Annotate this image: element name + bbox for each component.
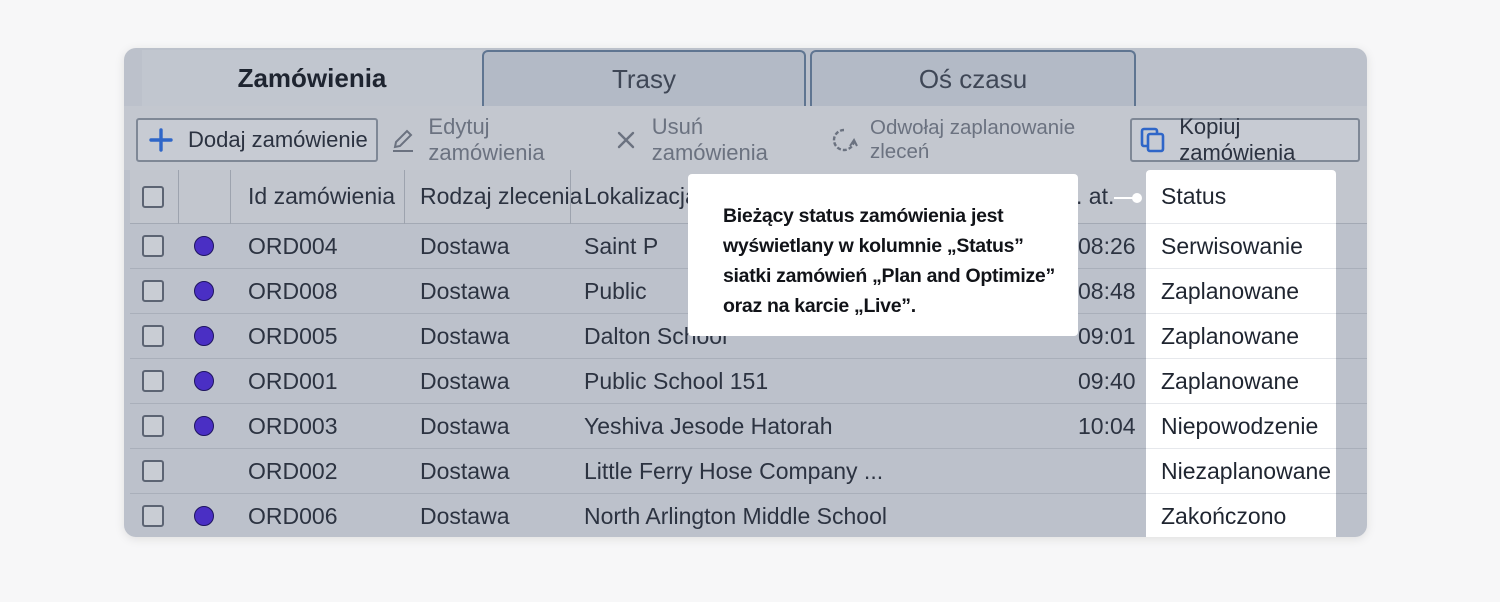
column-header-type[interactable]: Rodzaj zlecenia: [420, 170, 582, 223]
column-header-location[interactable]: Lokalizacja: [584, 170, 698, 223]
undo-icon: [830, 126, 858, 154]
row-select-cell: [142, 494, 164, 537]
add-order-button[interactable]: Dodaj zamówienie: [136, 118, 378, 162]
tab-routes-label: Trasy: [611, 63, 677, 94]
tab-timeline[interactable]: Oś czasu: [810, 50, 1136, 106]
copy-orders-label: Kopiuj zamówienia: [1179, 114, 1296, 165]
row-select-cell: [142, 359, 164, 403]
edit-orders-button[interactable]: Edytuj zamówienia: [390, 114, 590, 165]
order-id: ORD004: [248, 232, 338, 259]
delete-orders-button[interactable]: Usuń zamówienia: [612, 114, 812, 165]
order-status: Zaplanowane: [1146, 359, 1336, 404]
order-type: Dostawa: [420, 277, 510, 304]
tab-orders-label: Zamówienia: [237, 62, 387, 93]
row-select-cell: [142, 449, 164, 493]
order-type: Dostawa: [420, 457, 510, 484]
column-header-status[interactable]: Status: [1146, 170, 1336, 224]
order-id: ORD006: [248, 502, 338, 529]
order-id: ORD003: [248, 412, 338, 439]
add-order-label: Dodaj zamówienie: [188, 127, 368, 152]
order-id: ORD008: [248, 277, 338, 304]
route-color-cell: [194, 269, 214, 313]
order-time: 08:48: [1078, 277, 1136, 304]
route-color-dot: [194, 281, 214, 301]
orders-panel: Zamówienia Trasy Oś czasu Dodaj zamówien…: [124, 48, 1367, 537]
row-checkbox[interactable]: [142, 460, 164, 482]
unschedule-orders-button[interactable]: Odwołaj zaplanowanie zleceń: [830, 116, 1120, 163]
route-color-cell: [194, 404, 214, 448]
order-status: Niezaplanowane: [1146, 449, 1336, 494]
order-status: Niepowodzenie: [1146, 404, 1336, 449]
toolbar: Dodaj zamówienie Edytuj zamówienia Usuń …: [124, 106, 1367, 170]
order-type: Dostawa: [420, 367, 510, 394]
order-status: Serwisowanie: [1146, 224, 1336, 269]
pencil-icon: [390, 127, 416, 153]
order-status: Zaplanowane: [1146, 269, 1336, 314]
row-checkbox[interactable]: [142, 505, 164, 527]
order-location: Public: [584, 277, 647, 304]
delete-orders-label: Usuń zamówienia: [651, 114, 768, 165]
order-id: ORD001: [248, 367, 338, 394]
route-color-dot: [194, 371, 214, 391]
tab-orders[interactable]: Zamówienia: [142, 50, 482, 106]
order-type: Dostawa: [420, 412, 510, 439]
order-location: North Arlington Middle School: [584, 502, 887, 529]
row-checkbox[interactable]: [142, 325, 164, 347]
route-color-cell: [194, 314, 214, 358]
order-type: Dostawa: [420, 322, 510, 349]
order-status: Zakończono: [1146, 494, 1336, 537]
order-time: 09:01: [1078, 322, 1136, 349]
order-location: Public School 151: [584, 367, 769, 394]
row-select-cell: [142, 404, 164, 448]
row-checkbox[interactable]: [142, 415, 164, 437]
route-color-dot: [194, 416, 214, 436]
order-location: Little Ferry Hose Company ...: [584, 457, 884, 484]
row-checkbox[interactable]: [142, 235, 164, 257]
status-tooltip: Bieżący status zamówienia jest wyświetla…: [688, 174, 1078, 336]
column-header-id[interactable]: Id zamówienia: [248, 170, 395, 223]
tooltip-leader-dot: [1132, 193, 1142, 203]
order-time: 08:26: [1078, 232, 1136, 259]
unschedule-orders-label: Odwołaj zaplanowanie zleceń: [870, 116, 1076, 163]
order-id: ORD005: [248, 322, 338, 349]
column-header-time[interactable]: . at.: [1076, 170, 1114, 223]
tab-timeline-label: Oś czasu: [918, 63, 1028, 94]
edit-orders-label: Edytuj zamówienia: [428, 114, 545, 165]
route-color-dot: [194, 506, 214, 526]
close-icon: [612, 130, 640, 150]
route-color-cell: [194, 224, 214, 268]
row-checkbox[interactable]: [142, 280, 164, 302]
select-all-cell: [142, 170, 164, 223]
select-all-checkbox[interactable]: [142, 185, 164, 208]
row-checkbox[interactable]: [142, 370, 164, 392]
tab-routes[interactable]: Trasy: [482, 50, 806, 106]
route-color-cell: [194, 359, 214, 403]
order-time: 10:04: [1078, 412, 1136, 439]
row-select-cell: [142, 269, 164, 313]
order-type: Dostawa: [420, 502, 510, 529]
order-location: Yeshiva Jesode Hatorah: [584, 412, 833, 439]
copy-orders-button[interactable]: Kopiuj zamówienia: [1130, 114, 1360, 165]
row-select-cell: [142, 224, 164, 268]
order-location: Saint P: [584, 232, 659, 259]
order-time: 09:40: [1078, 367, 1136, 394]
copy-icon: [1138, 126, 1167, 154]
status-tooltip-text: Bieżący status zamówienia jest wyświetla…: [723, 205, 1055, 317]
order-status: Zaplanowane: [1146, 314, 1336, 359]
row-select-cell: [142, 314, 164, 358]
route-color-dot: [194, 326, 214, 346]
route-color-cell: [194, 494, 214, 537]
route-color-dot: [194, 236, 214, 256]
order-id: ORD002: [248, 457, 338, 484]
plus-icon: [146, 128, 176, 152]
order-type: Dostawa: [420, 232, 510, 259]
